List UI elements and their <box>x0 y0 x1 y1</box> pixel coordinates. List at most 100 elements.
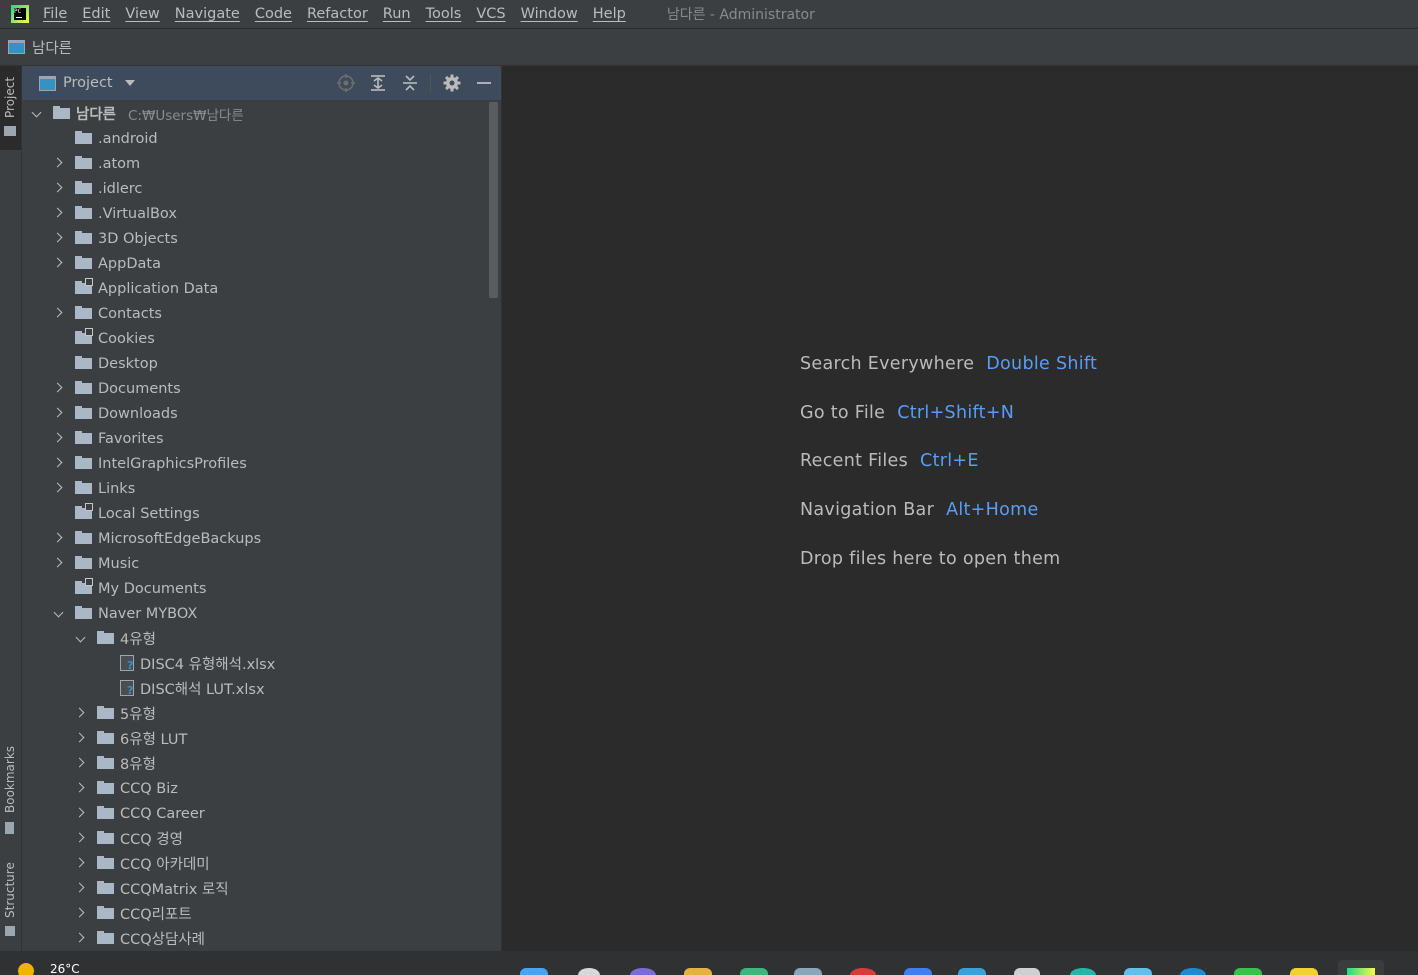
menu-navigate[interactable]: Navigate <box>175 6 240 22</box>
menu-edit[interactable]: Edit <box>82 6 110 22</box>
tree-node[interactable]: .atom <box>22 151 488 176</box>
search-icon[interactable] <box>578 968 600 975</box>
mail-icon[interactable] <box>958 968 986 975</box>
tree-node[interactable]: IntelGraphicsProfiles <box>22 451 488 476</box>
chevron-right-icon[interactable] <box>53 208 63 218</box>
chevron-right-icon[interactable] <box>53 233 63 243</box>
app-icon[interactable] <box>850 968 876 975</box>
collapse-all-icon[interactable] <box>400 73 420 93</box>
chevron-right-icon[interactable] <box>53 433 63 443</box>
settings-icon[interactable] <box>1014 968 1040 975</box>
chevron-down-icon[interactable] <box>53 610 63 620</box>
chevron-right-icon[interactable] <box>75 808 85 818</box>
menu-run[interactable]: Run <box>383 6 411 22</box>
app-icon[interactable] <box>1070 968 1096 975</box>
chevron-right-icon[interactable] <box>53 308 63 318</box>
chevron-right-icon[interactable] <box>75 883 85 893</box>
active-app-tab[interactable] <box>1338 960 1384 975</box>
tree-node[interactable]: Cookies <box>22 326 488 351</box>
chevron-right-icon[interactable] <box>53 533 63 543</box>
menu-window[interactable]: Window <box>521 6 578 22</box>
chevron-right-icon[interactable] <box>75 708 85 718</box>
menu-code[interactable]: Code <box>255 6 292 22</box>
chevron-right-icon[interactable] <box>53 458 63 468</box>
menu-tools[interactable]: Tools <box>426 6 462 22</box>
chevron-right-icon[interactable] <box>53 408 63 418</box>
app-icon[interactable] <box>1290 968 1318 975</box>
menu-help[interactable]: Help <box>593 6 626 22</box>
file-explorer-icon[interactable] <box>684 968 712 975</box>
tree-node[interactable]: ? DISC해석 LUT.xlsx <box>22 676 488 701</box>
chevron-right-icon[interactable] <box>75 908 85 918</box>
tree-node[interactable]: Local Settings <box>22 501 488 526</box>
minimize-icon[interactable] <box>474 73 494 93</box>
chevron-right-icon[interactable] <box>75 758 85 768</box>
tree-node[interactable]: CCQ 경영 <box>22 826 488 851</box>
tree-node[interactable]: Documents <box>22 376 488 401</box>
tree-node[interactable]: Desktop <box>22 351 488 376</box>
tree-node[interactable]: 8유형 <box>22 751 488 776</box>
tree-node[interactable]: 6유형 LUT <box>22 726 488 751</box>
tree-scrollbar[interactable] <box>489 102 498 298</box>
chevron-down-icon[interactable] <box>31 110 41 120</box>
breadcrumb-project[interactable]: 남다른 <box>32 37 72 58</box>
pycharm-logo-icon[interactable]: PC <box>11 5 29 23</box>
tree-node[interactable]: Favorites <box>22 426 488 451</box>
tree-node[interactable]: CCQMatrix 로직 <box>22 876 488 901</box>
menu-refactor[interactable]: Refactor <box>307 6 368 22</box>
tree-node[interactable]: .idlerc <box>22 176 488 201</box>
tree-node[interactable]: Contacts <box>22 301 488 326</box>
tree-node[interactable]: CCQ Career <box>22 801 488 826</box>
chevron-right-icon[interactable] <box>75 733 85 743</box>
menu-view[interactable]: View <box>125 6 159 22</box>
menu-file[interactable]: File <box>43 6 67 22</box>
chevron-down-icon[interactable] <box>75 635 85 645</box>
bookmarks-tool-window-button[interactable]: Bookmarks <box>0 741 21 841</box>
project-tree[interactable]: 남다른 C:₩Users₩남다른 .android .atom .idlerc .Virt… <box>22 100 501 951</box>
start-icon[interactable] <box>520 968 548 975</box>
tree-node[interactable]: .android <box>22 126 488 151</box>
chat-icon[interactable] <box>630 968 656 975</box>
tree-node[interactable]: CCQ리포트 <box>22 901 488 926</box>
tree-node[interactable]: Naver MYBOX <box>22 601 488 626</box>
tree-node[interactable]: Music <box>22 551 488 576</box>
chevron-right-icon[interactable] <box>75 783 85 793</box>
gear-icon[interactable] <box>442 73 462 93</box>
chevron-right-icon[interactable] <box>53 558 63 568</box>
chevron-right-icon[interactable] <box>53 483 63 493</box>
tree-node[interactable]: CCQ Biz <box>22 776 488 801</box>
app-icon[interactable] <box>1180 968 1206 975</box>
menu-vcs[interactable]: VCS <box>476 6 505 22</box>
app-icon[interactable] <box>794 968 822 975</box>
chevron-down-icon[interactable] <box>124 80 135 86</box>
tree-node[interactable]: Application Data <box>22 276 488 301</box>
project-tool-window-button[interactable]: Project <box>0 66 21 150</box>
tree-node[interactable]: ? DISC4 유형해석.xlsx <box>22 651 488 676</box>
weather-widget[interactable]: 26°C <box>18 962 80 975</box>
expand-all-icon[interactable] <box>368 73 388 93</box>
tree-node[interactable]: Links <box>22 476 488 501</box>
tree-node[interactable]: MicrosoftEdgeBackups <box>22 526 488 551</box>
app-icon[interactable] <box>904 968 932 975</box>
tree-node[interactable]: CCQ상담사례 <box>22 926 488 951</box>
chevron-right-icon[interactable] <box>75 833 85 843</box>
app-icon[interactable] <box>1234 968 1262 975</box>
project-view-title[interactable]: Project <box>63 75 113 91</box>
chevron-right-icon[interactable] <box>75 933 85 943</box>
structure-tool-window-button[interactable]: Structure <box>0 856 21 946</box>
tree-node[interactable]: CCQ 아카데미 <box>22 851 488 876</box>
tree-node[interactable]: AppData <box>22 251 488 276</box>
browser-icon[interactable] <box>740 968 768 975</box>
locate-icon[interactable] <box>336 73 356 93</box>
tree-node[interactable]: 3D Objects <box>22 226 488 251</box>
chevron-right-icon[interactable] <box>53 383 63 393</box>
tree-root[interactable]: 남다른 C:₩Users₩남다른 <box>22 101 488 126</box>
chevron-right-icon[interactable] <box>75 858 85 868</box>
tree-node[interactable]: My Documents <box>22 576 488 601</box>
tree-node[interactable]: .VirtualBox <box>22 201 488 226</box>
chevron-right-icon[interactable] <box>53 183 63 193</box>
app-icon[interactable] <box>1124 968 1152 975</box>
tree-node[interactable]: Downloads <box>22 401 488 426</box>
tree-node[interactable]: 5유형 <box>22 701 488 726</box>
tree-node[interactable]: 4유형 <box>22 626 488 651</box>
